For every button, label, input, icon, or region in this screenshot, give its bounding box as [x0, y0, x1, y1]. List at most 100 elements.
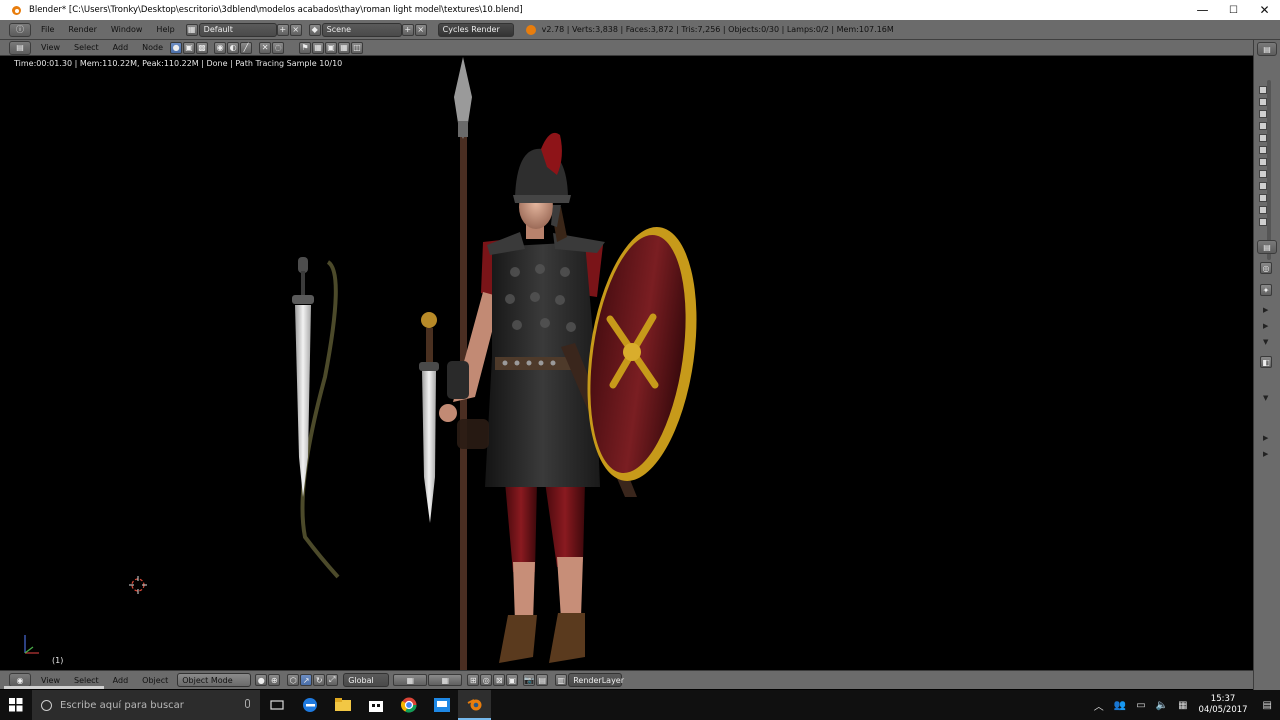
- layer-grid-2-icon[interactable]: ▦: [428, 674, 463, 686]
- outliner-toggle-11[interactable]: [1259, 206, 1267, 214]
- task-view-icon[interactable]: [260, 690, 293, 720]
- blender-taskbar-icon[interactable]: [458, 690, 491, 720]
- rotate-icon[interactable]: ↻: [313, 674, 326, 686]
- scale-icon[interactable]: ⤢: [326, 674, 339, 686]
- properties-editor-button[interactable]: ▤: [1257, 240, 1277, 254]
- render-props-icon[interactable]: ◎: [1260, 262, 1272, 274]
- menu-add-3d[interactable]: Add: [113, 676, 129, 685]
- input-language-icon[interactable]: ▦: [1178, 700, 1187, 711]
- menu-view-3d[interactable]: View: [41, 676, 60, 685]
- outliner-toggle-7[interactable]: [1259, 158, 1267, 166]
- translate-icon[interactable]: ↗: [300, 674, 313, 686]
- snap-icon[interactable]: ✕: [259, 41, 272, 54]
- header-scrollbar[interactable]: [4, 686, 104, 689]
- render-layer-icon[interactable]: ▥: [555, 674, 568, 686]
- viewport-shading-icon[interactable]: ●: [255, 674, 268, 686]
- menu-object-3d[interactable]: Object: [142, 676, 168, 685]
- outliner-toggle-3[interactable]: [1259, 110, 1267, 118]
- layout-browse-icon[interactable]: ▦: [185, 23, 198, 36]
- outliner-toggle-5[interactable]: [1259, 134, 1267, 142]
- outliner-toggle-1[interactable]: [1259, 86, 1267, 94]
- editor-type-button[interactable]: ▤: [9, 40, 31, 55]
- microphone-icon[interactable]: [245, 699, 250, 708]
- app-window-icon[interactable]: [425, 690, 458, 720]
- sampling-icon[interactable]: ◧: [1260, 356, 1272, 368]
- outliner-toggle-10[interactable]: [1259, 194, 1267, 202]
- menu-select-3d[interactable]: Select: [74, 676, 99, 685]
- panel-collapse-icon-4[interactable]: ▶: [1263, 450, 1268, 458]
- start-button[interactable]: [0, 690, 32, 720]
- chrome-icon[interactable]: [392, 690, 425, 720]
- shader-nodes-icon[interactable]: ●: [170, 41, 183, 54]
- minimize-button[interactable]: —: [1187, 0, 1218, 20]
- editor-type-right-button[interactable]: ▤: [1257, 42, 1277, 56]
- render-engine-select[interactable]: Cycles Render: [437, 22, 514, 37]
- outliner-toggle-12[interactable]: [1259, 218, 1267, 226]
- menu-help[interactable]: Help: [156, 25, 174, 34]
- menu-node[interactable]: Node: [142, 43, 163, 52]
- pin-icon[interactable]: ◌: [272, 41, 285, 54]
- menu-window[interactable]: Window: [111, 25, 143, 34]
- menu-add[interactable]: Add: [113, 43, 129, 52]
- editor-type-info-button[interactable]: ⓘ: [9, 22, 31, 37]
- viewport-render[interactable]: Time:00:01.30 | Mem:110.22M, Peak:110.22…: [5, 57, 1253, 670]
- file-explorer-icon[interactable]: [326, 690, 359, 720]
- editor-type-3dview-button[interactable]: ◉: [9, 673, 31, 687]
- layout-remove-icon[interactable]: ×: [289, 23, 302, 36]
- taskbar-search-box[interactable]: Escribe aquí para buscar: [32, 690, 260, 720]
- outliner-toggle-2[interactable]: [1259, 98, 1267, 106]
- world-icon[interactable]: ◐: [227, 41, 240, 54]
- layer-grid-1-icon[interactable]: ▦: [393, 674, 428, 686]
- pivot-point-icon[interactable]: ⊕: [268, 674, 281, 686]
- compositing-nodes-icon[interactable]: ▩: [196, 41, 209, 54]
- outliner-toggle-8[interactable]: [1259, 170, 1267, 178]
- object-icon[interactable]: ◉: [214, 41, 227, 54]
- outliner-toggle-9[interactable]: [1259, 182, 1267, 190]
- texture-nodes-icon[interactable]: ▣: [183, 41, 196, 54]
- network-icon[interactable]: ▭: [1136, 700, 1145, 711]
- outliner-toggle-4[interactable]: [1259, 122, 1267, 130]
- close-button[interactable]: ✕: [1249, 0, 1280, 20]
- grid-icon[interactable]: ▦: [338, 41, 351, 54]
- scene-field[interactable]: Scene: [321, 22, 402, 37]
- snap-element-icon[interactable]: ▣: [506, 674, 519, 686]
- object-mode-select[interactable]: Object Mode: [177, 673, 252, 687]
- panel-expand-icon-2[interactable]: ▼: [1263, 394, 1268, 402]
- opengl-anim-icon[interactable]: ▤: [536, 674, 549, 686]
- opengl-render-icon[interactable]: 📷: [523, 674, 536, 686]
- lock-layers-icon[interactable]: ⊞: [467, 674, 480, 686]
- scene-browse-icon[interactable]: ◆: [308, 23, 321, 36]
- line-style-icon[interactable]: ╱: [240, 41, 253, 54]
- scene-add-icon[interactable]: +: [401, 23, 414, 36]
- scene-props-icon[interactable]: ✦: [1260, 284, 1272, 296]
- outliner-toggle-6[interactable]: [1259, 146, 1267, 154]
- panel-collapse-icon-3[interactable]: ▶: [1263, 434, 1268, 442]
- backdrop-icon[interactable]: ⚑: [299, 41, 312, 54]
- snap-toggle-icon[interactable]: ⊠: [493, 674, 506, 686]
- volume-icon[interactable]: 🔈: [1156, 700, 1168, 711]
- outliner-scrollbar[interactable]: [1267, 80, 1271, 260]
- show-hidden-icons-icon[interactable]: ︿: [1094, 698, 1104, 713]
- render-layer-select[interactable]: RenderLayer: [568, 673, 624, 687]
- layout-field[interactable]: Default: [198, 22, 277, 37]
- menu-file[interactable]: File: [41, 25, 54, 34]
- menu-render[interactable]: Render: [68, 25, 96, 34]
- menu-view[interactable]: View: [41, 43, 60, 52]
- action-center-icon[interactable]: ▤: [1263, 700, 1272, 711]
- panel-collapse-icon-2[interactable]: ▶: [1263, 322, 1268, 330]
- manipulator-toggle-icon[interactable]: ⬡: [287, 674, 300, 686]
- edge-browser-icon[interactable]: [293, 690, 326, 720]
- store-icon[interactable]: [359, 690, 392, 720]
- taskbar-clock[interactable]: 15:37 04/05/2017: [1199, 694, 1248, 716]
- render-slot-icon[interactable]: ▣: [325, 41, 338, 54]
- layout-add-icon[interactable]: +: [276, 23, 289, 36]
- transform-orientation-select[interactable]: Global: [343, 673, 390, 687]
- maximize-button[interactable]: ☐: [1218, 0, 1249, 20]
- proportional-edit-icon[interactable]: ◎: [480, 674, 493, 686]
- node-tree-icon[interactable]: ▦: [312, 41, 325, 54]
- menu-select[interactable]: Select: [74, 43, 99, 52]
- people-icon[interactable]: 👥: [1114, 700, 1126, 711]
- alpha-icon[interactable]: ◫: [351, 41, 364, 54]
- panel-collapse-icon-1[interactable]: ▶: [1263, 306, 1268, 314]
- panel-expand-icon[interactable]: ▼: [1263, 338, 1268, 346]
